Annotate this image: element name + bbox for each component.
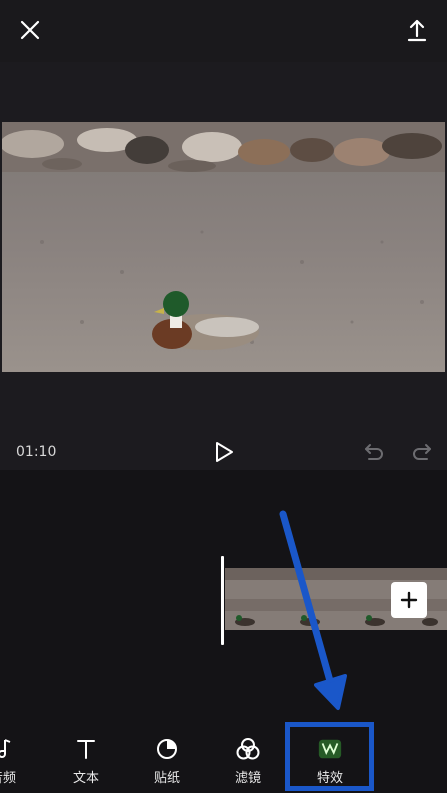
text-icon [73,736,99,762]
sticker-icon [154,736,180,762]
redo-icon [413,444,431,460]
toolbar-item-text[interactable]: 文本 [56,736,116,791]
undo-button[interactable] [360,440,388,464]
redo-button[interactable] [408,440,436,464]
toolbar-item-label: 文本 [72,771,99,786]
close-button[interactable] [12,12,48,48]
upload-icon [407,19,427,42]
toolbar-item-sticker[interactable]: 贴纸 [137,736,197,791]
plus-icon [400,591,418,609]
export-button[interactable] [399,12,435,48]
add-clip-button[interactable] [391,582,427,618]
toolbar-item-label: 音频 [0,771,16,786]
play-button[interactable] [210,438,238,466]
timecode: 01:10 [16,444,57,460]
top-bar [0,0,447,62]
video-frame-image [2,122,445,372]
toolbar-item-label: 滤镜 [234,771,261,786]
toolbar-item-label: 贴纸 [153,771,180,786]
filter-icon [235,736,261,762]
undo-icon [365,444,383,460]
toolbar-item-audio[interactable]: 音频 [0,736,33,791]
video-preview[interactable] [2,122,445,372]
play-icon [216,442,233,462]
toolbar-item-filter[interactable]: 滤镜 [218,736,278,791]
highlight-box [285,722,374,791]
close-icon [20,20,40,40]
music-note-icon [0,736,16,762]
playhead[interactable] [221,556,224,645]
